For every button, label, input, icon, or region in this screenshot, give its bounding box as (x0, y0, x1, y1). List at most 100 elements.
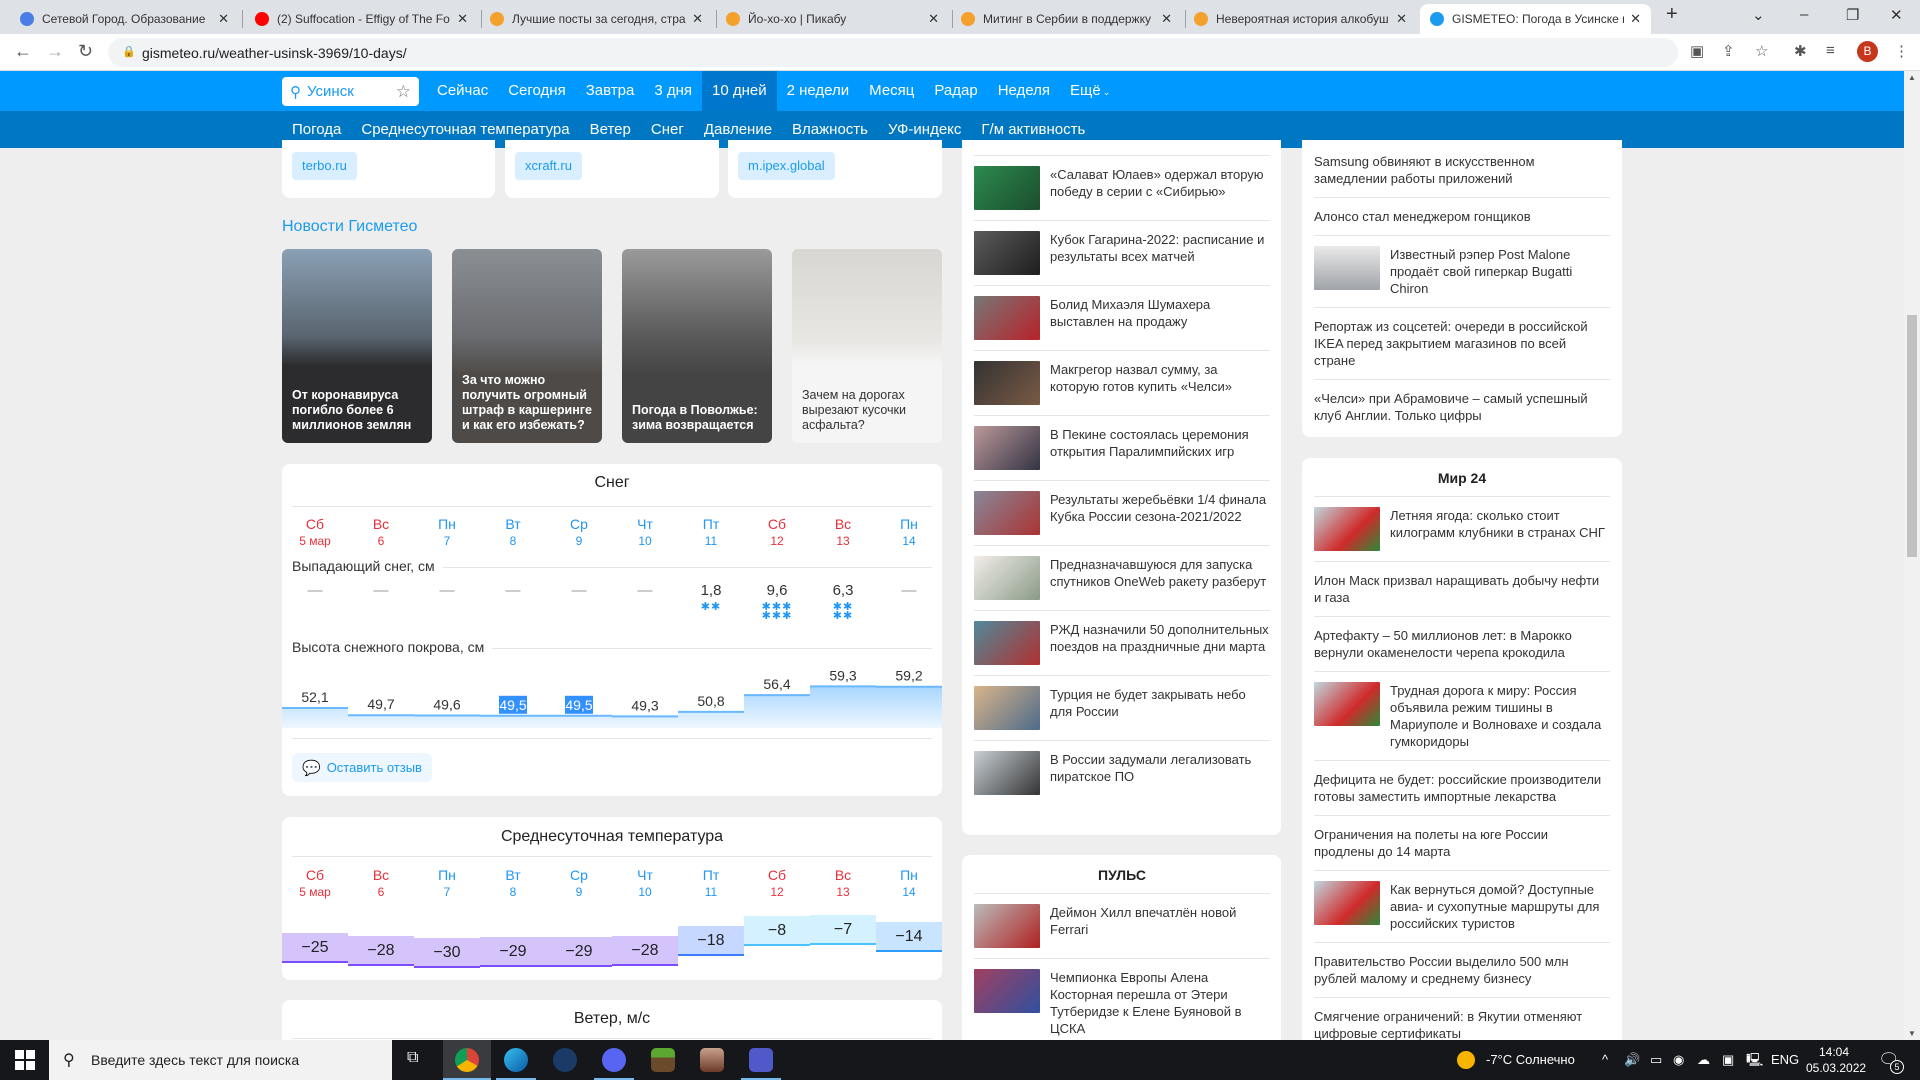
edge-icon[interactable] (504, 1048, 528, 1072)
news-list-item[interactable]: Ограничения на полеты на юге России прод… (1314, 815, 1610, 870)
clock[interactable]: 14:04 05.03.2022 (1806, 1044, 1866, 1076)
news-card[interactable]: Зачем на дорогах вырезают кусочки асфаль… (792, 249, 942, 443)
taskbar-search[interactable]: ⚲ Введите здесь текст для поиска (49, 1040, 392, 1080)
news-item-title[interactable]: Samsung обвиняют в искусственном замедле… (1314, 153, 1610, 187)
news-list-item[interactable]: Артефакту – 50 миллионов лет: в Марокко … (1314, 616, 1610, 671)
news-thumbnail[interactable] (1314, 507, 1380, 551)
news-list-item[interactable]: Алонсо стал менеджером гонщиков (1314, 197, 1610, 235)
news-list-item[interactable]: Как вернуться домой? Доступные авиа- и с… (1314, 870, 1610, 942)
news-thumbnail[interactable] (974, 751, 1040, 795)
nav-item[interactable]: 3 дня (644, 71, 702, 111)
share-icon[interactable]: ⇪ (1722, 42, 1735, 60)
news-list-item[interactable]: Чемпионка Европы Алена Косторная перешла… (974, 958, 1270, 1047)
news-thumbnail[interactable] (974, 556, 1040, 600)
discord-tray-icon[interactable]: ◉ (1673, 1040, 1684, 1080)
news-item-title[interactable]: Смягчение ограничений: в Якутии отменяют… (1314, 1008, 1610, 1042)
news-item-title[interactable]: Как вернуться домой? Доступные авиа- и с… (1390, 881, 1610, 932)
news-card-title[interactable]: Зачем на дорогах вырезают кусочки асфаль… (802, 388, 934, 433)
news-thumbnail[interactable] (1314, 682, 1380, 726)
minecraft-icon[interactable] (651, 1048, 675, 1072)
news-card[interactable]: Погода в Поволжье: зима возвращается (622, 249, 772, 443)
extensions-icon[interactable]: ✱ (1794, 42, 1807, 60)
news-item-title[interactable]: Кубок Гагарина-2022: расписание и резуль… (1050, 231, 1270, 275)
news-thumbnail[interactable] (974, 426, 1040, 470)
news-thumbnail[interactable] (974, 361, 1040, 405)
news-card-title[interactable]: Погода в Поволжье: зима возвращается (632, 403, 764, 433)
news-item-title[interactable]: Известный рэпер Post Malone продаёт свой… (1390, 246, 1610, 297)
new-tab-button[interactable]: + (1666, 3, 1678, 26)
news-item-title[interactable]: Артефакту – 50 миллионов лет: в Марокко … (1314, 627, 1610, 661)
news-list-item[interactable]: Результаты жеребьёвки 1/4 финала Кубка Р… (974, 480, 1270, 545)
news-list-item[interactable]: Репортаж из соцсетей: очереди в российск… (1314, 307, 1610, 379)
news-list-item[interactable]: «Салават Юлаев» одержал вторую победу в … (974, 156, 1270, 220)
back-icon[interactable]: ← (14, 41, 32, 62)
ad-link[interactable]: terbo.ru (292, 152, 357, 180)
browser-tab[interactable]: GISMETEO: Погода в Усинске н ✕ (1420, 4, 1651, 34)
leave-feedback-button[interactable]: 💬 Оставить отзыв (292, 753, 432, 782)
nav-item[interactable]: Ещё ⌄ (1060, 71, 1120, 111)
media-control-icon[interactable]: ≡ (1826, 42, 1835, 59)
news-list-item[interactable]: Трудная дорога к миру: Россия объявила р… (1314, 671, 1610, 760)
onedrive-icon[interactable]: ☁ (1697, 1040, 1710, 1080)
news-item-title[interactable]: Болид Михаэля Шумахера выставлен на прод… (1050, 296, 1270, 340)
news-item-title[interactable]: Илон Маск призвал наращивать добычу нефт… (1314, 572, 1610, 606)
menu-kebab-icon[interactable]: ⋮ (1894, 42, 1909, 60)
news-item-title[interactable]: Деймон Хилл впечатлён новой Ferrari (1050, 904, 1270, 948)
forward-icon[interactable]: → (46, 41, 64, 62)
discord-icon[interactable] (602, 1048, 626, 1072)
news-thumbnail[interactable] (974, 231, 1040, 275)
scroll-up-arrow-icon[interactable]: ▲ (1908, 73, 1916, 82)
news-card-title[interactable]: За что можно получить огромный штраф в к… (462, 373, 594, 433)
omnibox[interactable]: 🔒 gismeteo.ru/weather-usinsk-3969/10-day… (108, 38, 1678, 67)
translate-icon[interactable]: ▣ (1690, 42, 1704, 60)
news-thumbnail[interactable] (1314, 881, 1380, 925)
nav-item[interactable]: 2 недели (777, 71, 860, 111)
chrome-icon[interactable] (455, 1048, 479, 1072)
close-tab-icon[interactable]: ✕ (457, 11, 468, 27)
nav-item[interactable]: Сегодня (498, 71, 576, 111)
close-tab-icon[interactable]: ✕ (1161, 11, 1172, 27)
news-list-item[interactable]: РЖД назначили 50 дополнительных поездов … (974, 610, 1270, 675)
browser-tab[interactable]: Сетевой Город. Образование ✕ (10, 4, 239, 34)
news-card[interactable]: За что можно получить огромный штраф в к… (452, 249, 602, 443)
news-thumbnail[interactable] (974, 969, 1040, 1013)
windows-start-icon[interactable] (15, 1050, 35, 1070)
news-item-title[interactable]: Репортаж из соцсетей: очереди в российск… (1314, 318, 1610, 369)
news-item-title[interactable]: Алонсо стал менеджером гонщиков (1314, 208, 1531, 225)
city-search-value[interactable]: Усинск (307, 83, 354, 100)
close-tab-icon[interactable]: ✕ (692, 11, 703, 27)
news-item-title[interactable]: Летняя ягода: сколько стоит килограмм кл… (1390, 507, 1610, 551)
scrollbar-thumb[interactable] (1907, 315, 1917, 557)
sun-weather-icon[interactable] (1457, 1051, 1475, 1069)
volume-icon[interactable]: 🔊 (1624, 1040, 1640, 1080)
news-item-title[interactable]: «Челси» при Абрамовиче – самый успешный … (1314, 390, 1610, 424)
news-list-item[interactable]: В Пекине состоялась церемония открытия П… (974, 415, 1270, 480)
news-item-title[interactable]: Турция не будет закрывать небо для Росси… (1050, 686, 1270, 730)
ad-link[interactable]: xcraft.ru (515, 152, 582, 180)
browser-tab[interactable]: Лучшие посты за сегодня, стра ✕ (480, 4, 713, 34)
profile-avatar[interactable]: B (1857, 41, 1878, 62)
news-thumbnail[interactable] (974, 166, 1040, 210)
news-card[interactable]: От коронавируса погибло более 6 миллионо… (282, 249, 432, 443)
url-text[interactable]: gismeteo.ru/weather-usinsk-3969/10-days/ (142, 45, 407, 61)
taskbar-weather[interactable]: -7°C Солнечно (1486, 1040, 1575, 1080)
news-thumbnail[interactable] (974, 904, 1040, 948)
news-item-title[interactable]: Предназначавшуюся для запуска спутников … (1050, 556, 1270, 600)
network-icon[interactable]: 🖳 (1746, 1040, 1763, 1080)
favorite-star-icon[interactable]: ☆ (396, 82, 411, 102)
task-view-icon[interactable]: ⧉ (407, 1049, 418, 1067)
taskbar-search-placeholder[interactable]: Введите здесь текст для поиска (91, 1052, 299, 1068)
news-section-title[interactable]: Новости Гисметео (282, 218, 417, 236)
steam-icon[interactable] (553, 1048, 577, 1072)
meet-now-icon[interactable]: ▭ (1650, 1040, 1662, 1080)
news-list-item[interactable]: Правительство России выделило 500 млн ру… (1314, 942, 1610, 997)
browser-tab[interactable]: Йо-хо-хо | Пикабу ✕ (716, 4, 949, 34)
news-thumbnail[interactable] (974, 686, 1040, 730)
news-list-item[interactable]: Болид Михаэля Шумахера выставлен на прод… (974, 285, 1270, 350)
nav-item[interactable]: Месяц (859, 71, 924, 111)
news-list-item[interactable]: В России задумали легализовать пиратское… (974, 740, 1270, 805)
city-search[interactable]: ⚲ Усинск ☆ (282, 77, 419, 106)
news-item-title[interactable]: В России задумали легализовать пиратское… (1050, 751, 1270, 795)
news-item-title[interactable]: РЖД назначили 50 дополнительных поездов … (1050, 621, 1270, 665)
news-list-item[interactable]: Летняя ягода: сколько стоит килограмм кл… (1314, 497, 1610, 561)
